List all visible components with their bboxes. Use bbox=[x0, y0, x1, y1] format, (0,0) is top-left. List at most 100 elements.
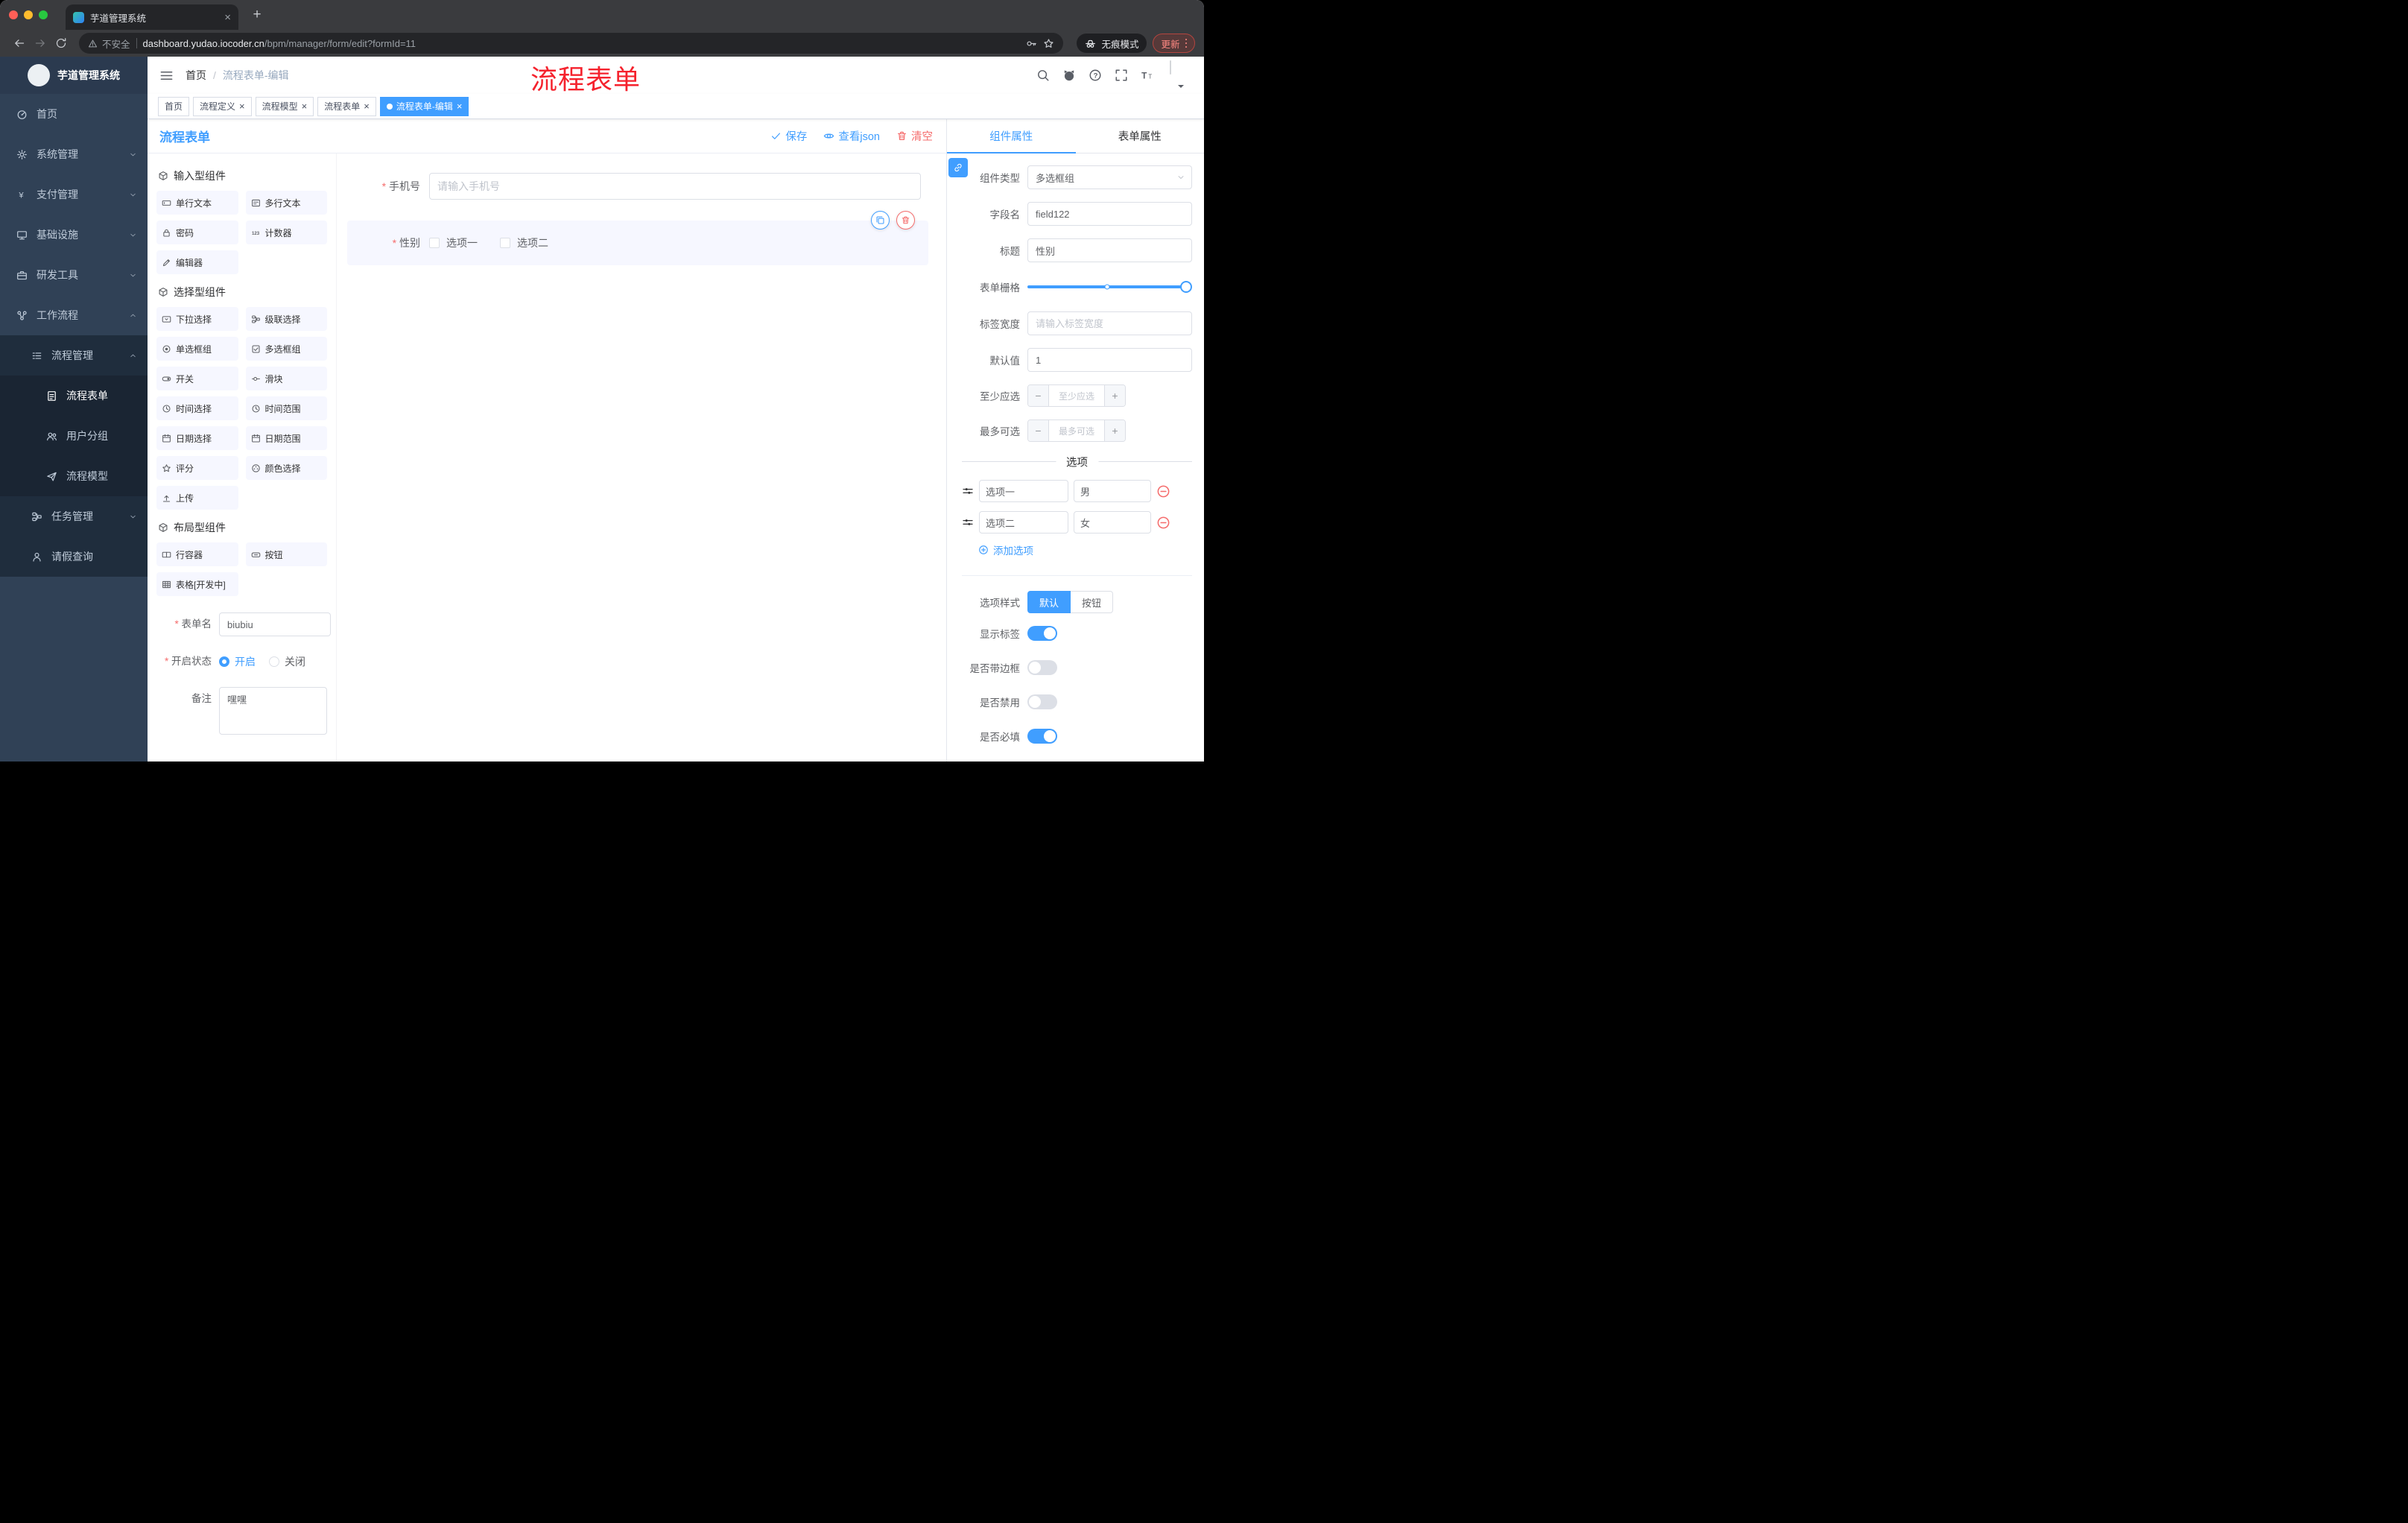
browser-menu-icon[interactable] bbox=[1185, 38, 1187, 48]
canvas-field-gender[interactable]: 性别 选项一 选项二 bbox=[347, 211, 928, 265]
reload-button[interactable] bbox=[51, 33, 72, 54]
back-button[interactable] bbox=[9, 33, 30, 54]
remove-option-icon[interactable] bbox=[1156, 484, 1170, 498]
tab-close-icon[interactable]: × bbox=[224, 12, 231, 23]
palette-item-counter[interactable]: 计数器 bbox=[245, 221, 327, 244]
phone-input[interactable] bbox=[429, 173, 921, 200]
copy-component-button[interactable] bbox=[871, 211, 890, 229]
hamburger-icon[interactable] bbox=[159, 69, 174, 83]
sidebar-item-workflow[interactable]: 工作流程 bbox=[0, 295, 148, 335]
tag-close-icon[interactable]: × bbox=[302, 101, 308, 111]
help-icon[interactable] bbox=[1089, 69, 1102, 82]
option-style-button-button[interactable]: 按钮 bbox=[1071, 591, 1114, 613]
sidebar-item-process-form[interactable]: 流程表单 bbox=[0, 376, 148, 416]
form-grid-slider[interactable] bbox=[1027, 275, 1192, 299]
checkbox-option-1[interactable]: 选项一 bbox=[429, 235, 478, 250]
breadcrumb-home[interactable]: 首页 bbox=[186, 68, 206, 83]
fullscreen-icon[interactable] bbox=[1115, 69, 1128, 82]
option-style-default-button[interactable]: 默认 bbox=[1027, 591, 1071, 613]
palette-item-select[interactable]: 下拉选择 bbox=[156, 307, 238, 331]
form-name-input[interactable] bbox=[219, 612, 331, 636]
palette-item-password[interactable]: 密码 bbox=[156, 221, 238, 244]
label-width-input[interactable] bbox=[1027, 311, 1192, 335]
required-toggle[interactable] bbox=[1027, 729, 1057, 744]
sidebar-item-infrastructure[interactable]: 基础设施 bbox=[0, 215, 148, 255]
tag-close-icon[interactable]: × bbox=[239, 101, 245, 111]
drag-handle-icon[interactable] bbox=[962, 516, 974, 528]
tag-process-model[interactable]: 流程模型 × bbox=[255, 96, 314, 116]
tag-close-icon[interactable]: × bbox=[364, 101, 370, 111]
field-name-input[interactable] bbox=[1027, 202, 1192, 226]
slider-track[interactable] bbox=[1027, 281, 1192, 293]
palette-item-editor[interactable]: 编辑器 bbox=[156, 250, 238, 274]
sidebar-item-devtools[interactable]: 研发工具 bbox=[0, 255, 148, 295]
stepper-value[interactable]: 至少应选 bbox=[1049, 385, 1104, 406]
clear-button[interactable]: 清空 bbox=[896, 128, 933, 144]
avatar[interactable] bbox=[1170, 60, 1171, 75]
show-label-toggle[interactable] bbox=[1027, 626, 1057, 641]
option-value-input[interactable] bbox=[1074, 480, 1151, 502]
tab-form-props[interactable]: 表单属性 bbox=[1076, 119, 1205, 153]
font-size-icon[interactable] bbox=[1141, 69, 1154, 82]
option-label-input[interactable] bbox=[979, 480, 1068, 502]
user-menu[interactable] bbox=[1170, 60, 1192, 89]
sidebar-item-process-model[interactable]: 流程模型 bbox=[0, 456, 148, 496]
search-icon[interactable] bbox=[1036, 69, 1050, 82]
palette-item-single-line-text[interactable]: 单行文本 bbox=[156, 191, 238, 215]
fullscreen-window-button[interactable] bbox=[39, 10, 48, 19]
tag-process-form-edit[interactable]: 流程表单-编辑 × bbox=[379, 96, 469, 116]
sidebar-item-process-management[interactable]: 流程管理 bbox=[0, 335, 148, 376]
app-logo[interactable]: 芋道管理系统 bbox=[0, 57, 148, 94]
palette-item-date-picker[interactable]: 日期选择 bbox=[156, 426, 238, 450]
canvas-field-phone[interactable]: 手机号 bbox=[347, 165, 928, 207]
save-button[interactable]: 保存 bbox=[770, 128, 807, 144]
disabled-toggle[interactable] bbox=[1027, 694, 1057, 709]
stepper-increase-button[interactable]: + bbox=[1104, 385, 1125, 406]
radio-closed[interactable]: 关闭 bbox=[269, 654, 305, 669]
palette-item-time-range[interactable]: 时间范围 bbox=[245, 396, 327, 420]
palette-item-multi-line-text[interactable]: 多行文本 bbox=[245, 191, 327, 215]
title-input[interactable] bbox=[1027, 238, 1192, 262]
tag-process-form[interactable]: 流程表单 × bbox=[317, 96, 376, 116]
github-icon[interactable] bbox=[1062, 69, 1076, 82]
palette-item-color-picker[interactable]: 颜色选择 bbox=[245, 456, 327, 480]
palette-item-table[interactable]: 表格[开发中] bbox=[156, 572, 238, 596]
palette-item-rate[interactable]: 评分 bbox=[156, 456, 238, 480]
slider-handle[interactable] bbox=[1180, 281, 1192, 293]
stepper-decrease-button[interactable]: − bbox=[1028, 420, 1049, 441]
drag-handle-icon[interactable] bbox=[962, 485, 974, 497]
close-window-button[interactable] bbox=[9, 10, 18, 19]
option-value-input[interactable] bbox=[1074, 511, 1151, 533]
stepper-decrease-button[interactable]: − bbox=[1028, 385, 1049, 406]
remove-option-icon[interactable] bbox=[1156, 516, 1170, 530]
new-tab-button[interactable]: + bbox=[247, 7, 267, 23]
link-button[interactable] bbox=[948, 158, 968, 177]
default-value-input[interactable] bbox=[1027, 348, 1192, 372]
palette-item-date-range[interactable]: 日期范围 bbox=[245, 426, 327, 450]
sidebar-item-leave-query[interactable]: 请假查询 bbox=[0, 536, 148, 577]
design-canvas[interactable]: 手机号 性别 选项一 选 bbox=[337, 153, 946, 762]
checkbox-box[interactable] bbox=[500, 238, 510, 248]
sidebar-item-task-management[interactable]: 任务管理 bbox=[0, 496, 148, 536]
security-chip[interactable]: 不安全 bbox=[88, 37, 130, 51]
tag-process-definition[interactable]: 流程定义 × bbox=[193, 96, 252, 116]
browser-tab[interactable]: 芋道管理系统 × bbox=[66, 4, 238, 30]
view-json-button[interactable]: 查看json bbox=[823, 128, 880, 144]
sidebar-item-payment[interactable]: 支付管理 bbox=[0, 174, 148, 215]
palette-item-radio-group[interactable]: 单选框组 bbox=[156, 337, 238, 361]
palette-item-time-picker[interactable]: 时间选择 bbox=[156, 396, 238, 420]
radio-open[interactable]: 开启 bbox=[219, 654, 256, 669]
palette-item-row-container[interactable]: 行容器 bbox=[156, 542, 238, 566]
palette-item-button[interactable]: 按钮 bbox=[245, 542, 327, 566]
forward-button[interactable] bbox=[30, 33, 51, 54]
palette-item-slider[interactable]: 滑块 bbox=[245, 367, 327, 390]
checkbox-box[interactable] bbox=[429, 238, 440, 248]
stepper-increase-button[interactable]: + bbox=[1104, 420, 1125, 441]
palette-item-upload[interactable]: 上传 bbox=[156, 486, 238, 510]
bookmark-star-icon[interactable] bbox=[1043, 38, 1054, 49]
sidebar-item-home[interactable]: 首页 bbox=[0, 94, 148, 134]
sidebar-item-user-group[interactable]: 用户分组 bbox=[0, 416, 148, 456]
palette-item-cascader[interactable]: 级联选择 bbox=[245, 307, 327, 331]
sidebar-item-system[interactable]: 系统管理 bbox=[0, 134, 148, 174]
add-option-button[interactable]: 添加选项 bbox=[978, 542, 1192, 557]
